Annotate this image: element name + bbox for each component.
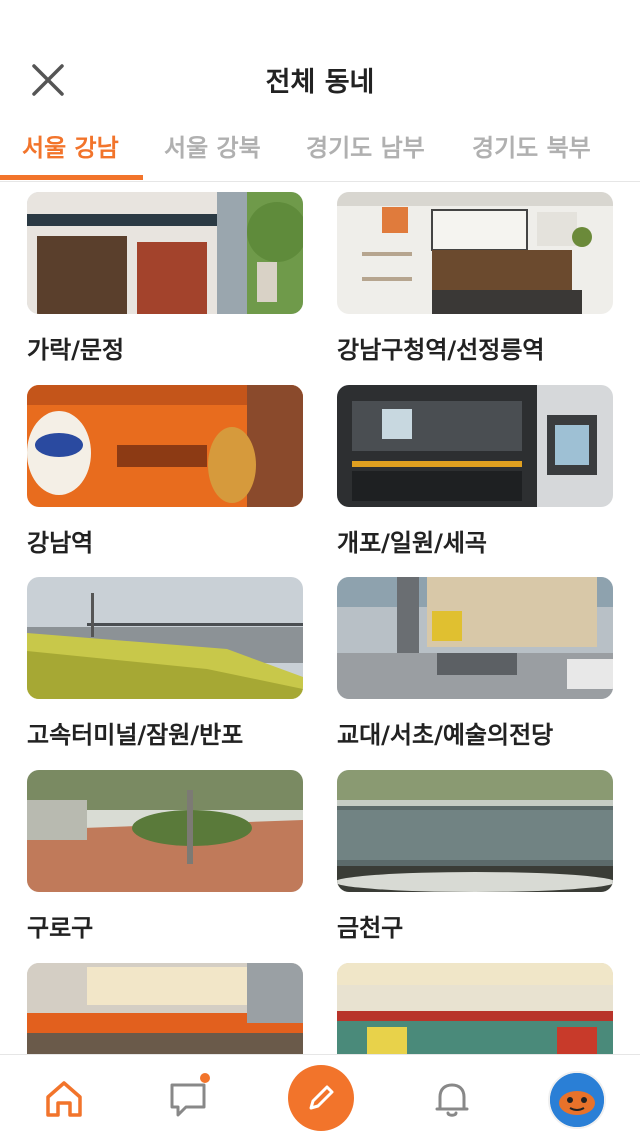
write-button[interactable] [288,1065,354,1131]
neighborhood-thumbnail [27,192,303,314]
neighborhood-grid: 가락/문정 강남구청역/선정릉역 강남역 개포/일원/세곡 고속터미널/잠원/반… [0,192,640,1054]
neighborhood-label: 고속터미널/잠원/반포 [27,721,244,749]
bottom-navigation [0,1054,640,1138]
bell-icon [435,1083,469,1117]
neighborhood-label: 강남역 [27,529,94,557]
neighborhood-thumbnail [337,963,613,1054]
neighborhood-card[interactable]: 금천구 [337,770,613,943]
neighborhood-card[interactable]: 고속터미널/잠원/반포 [27,577,303,750]
tab-seoul-gangbuk[interactable]: 서울 강북 [164,128,261,163]
neighborhood-thumbnail [337,192,613,314]
region-tabs: 서울 강남 서울 강북 경기도 남부 경기도 북부 [0,118,640,182]
profile-avatar-icon [550,1073,604,1127]
neighborhood-label: 개포/일원/세곡 [337,529,488,557]
neighborhood-thumbnail [337,577,613,699]
neighborhood-label: 교대/서초/예술의전당 [337,721,554,749]
tab-gyeonggi-north[interactable]: 경기도 북부 [472,128,591,163]
neighborhood-card[interactable]: 교대/서초/예술의전당 [337,577,613,750]
neighborhood-card[interactable]: 강남역 [27,385,303,558]
nav-notifications[interactable] [428,1075,476,1123]
nav-home[interactable] [40,1075,88,1123]
neighborhood-thumbnail [27,577,303,699]
neighborhood-thumbnail [337,770,613,892]
nav-chat[interactable] [164,1073,212,1123]
neighborhood-thumbnail [337,385,613,507]
tab-gyeonggi-south[interactable]: 경기도 남부 [306,128,425,163]
neighborhood-card[interactable] [27,963,303,1054]
active-tab-indicator [0,175,143,180]
avatar[interactable] [548,1071,606,1129]
write-icon [309,1085,334,1110]
header: 전체 동네 [0,0,640,118]
notification-dot [200,1073,210,1083]
page-title: 전체 동네 [265,67,375,98]
neighborhood-card[interactable]: 구로구 [27,770,303,943]
neighborhood-label: 강남구청역/선정릉역 [337,336,545,364]
neighborhood-label: 가락/문정 [27,336,125,364]
neighborhood-thumbnail [27,963,303,1054]
home-icon [46,1081,82,1117]
neighborhood-card[interactable]: 가락/문정 [27,192,303,365]
neighborhood-card[interactable]: 개포/일원/세곡 [337,385,613,558]
neighborhood-card[interactable] [337,963,613,1054]
neighborhood-thumbnail [27,770,303,892]
neighborhood-label: 금천구 [337,914,404,942]
tab-seoul-gangnam[interactable]: 서울 강남 [22,128,119,163]
neighborhood-label: 구로구 [27,914,94,942]
neighborhood-thumbnail [27,385,303,507]
neighborhood-card[interactable]: 강남구청역/선정릉역 [337,192,613,365]
